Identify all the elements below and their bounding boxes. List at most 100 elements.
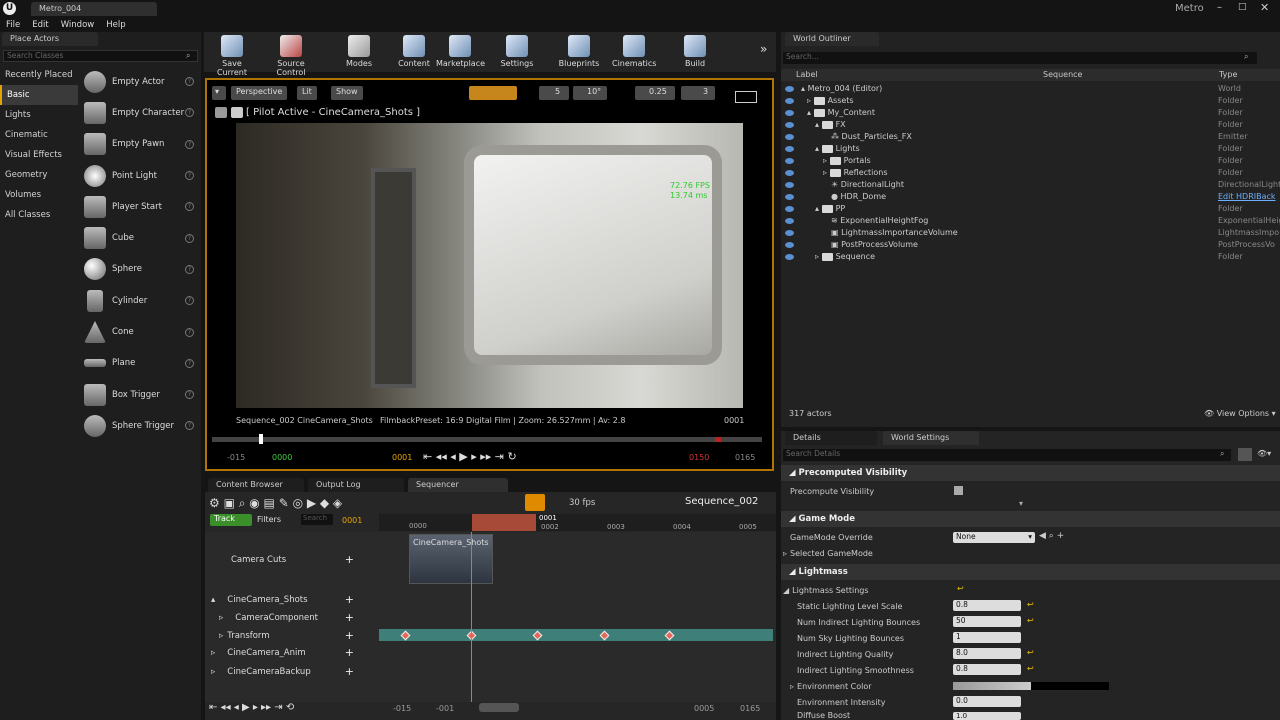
- visibility-eye-icon[interactable]: [785, 218, 794, 224]
- tab-content-browser[interactable]: Content Browser: [208, 478, 304, 492]
- num-indirect-bounces-input[interactable]: 50: [953, 616, 1021, 627]
- maximize-button[interactable]: □: [1238, 2, 1252, 14]
- place-actors-tab[interactable]: Place Actors: [2, 32, 98, 46]
- add-track-button[interactable]: Track: [210, 514, 252, 526]
- actor-item[interactable]: Cone?: [0, 316, 201, 347]
- lit-button[interactable]: Lit: [297, 86, 317, 100]
- reset-icon[interactable]: ↩: [1027, 600, 1034, 609]
- add-icon[interactable]: +: [345, 553, 354, 566]
- rotation-snap-value[interactable]: 10°: [573, 86, 607, 100]
- outliner-row[interactable]: ● HDR_Dome Edit HDRIBack: [781, 192, 1280, 204]
- visibility-eye-icon[interactable]: [785, 98, 794, 104]
- save-current-button[interactable]: Save Current: [208, 34, 256, 77]
- level-tab[interactable]: Metro_004: [31, 2, 157, 16]
- actor-item[interactable]: Cylinder?: [0, 285, 201, 316]
- actor-item[interactable]: Empty Pawn?: [0, 129, 201, 160]
- environment-color-swatch[interactable]: [953, 682, 1109, 690]
- section-precomputed-visibility[interactable]: ◢ Precomputed Visibility: [781, 465, 1280, 481]
- scale-snap-value[interactable]: 0.25: [635, 86, 675, 100]
- frame-rate-dropdown[interactable]: 30 fps: [569, 498, 595, 508]
- perspective-button[interactable]: Perspective: [231, 86, 288, 100]
- marketplace-button[interactable]: Marketplace: [436, 34, 485, 68]
- visibility-eye-icon[interactable]: [785, 206, 794, 212]
- actor-item[interactable]: Cube?: [0, 222, 201, 253]
- actor-item[interactable]: Plane?: [0, 348, 201, 379]
- tab-output-log[interactable]: Output Log: [308, 478, 404, 492]
- edit-blueprint-link[interactable]: Edit HDRIBack: [1218, 192, 1276, 201]
- grid-snap-value[interactable]: 5: [539, 86, 569, 100]
- show-button[interactable]: Show: [331, 86, 363, 100]
- track-cinecamera-shots[interactable]: ▴ CineCamera_Shots +: [205, 591, 378, 608]
- modes-button[interactable]: Modes: [342, 34, 376, 68]
- help-icon[interactable]: ?: [185, 108, 194, 118]
- sequencer-toolbar-tools[interactable]: ⚙ ▣ ⌕ ◉ ▤ ✎ ◎ ▶ ◆ ◈: [209, 496, 342, 511]
- cinematics-button[interactable]: Cinematics: [612, 34, 656, 68]
- sequencer-transport[interactable]: ⇤ ◂◂ ◂ ▶ ▸ ▸▸ ⇥ ⟲: [209, 702, 294, 713]
- static-lighting-level-scale-input[interactable]: 0.8: [953, 600, 1021, 611]
- filters-button[interactable]: Filters: [257, 515, 281, 524]
- reset-icon[interactable]: ↩: [1027, 664, 1034, 673]
- tab-details[interactable]: Details: [785, 431, 877, 445]
- reset-icon[interactable]: ↩: [1027, 648, 1034, 657]
- help-icon[interactable]: ?: [185, 171, 194, 181]
- advanced-expand-icon[interactable]: ▾: [1019, 499, 1023, 508]
- snap-magnet-button[interactable]: [525, 494, 545, 511]
- shot-clip[interactable]: CineCamera_Shots: [409, 534, 493, 584]
- reset-icon[interactable]: ↩: [1027, 616, 1034, 625]
- toolbar-overflow-icon[interactable]: »: [760, 42, 767, 56]
- indirect-lighting-quality-input[interactable]: 8.0: [953, 648, 1021, 659]
- outliner-row[interactable]: ▣ PostProcessVolume PostProcessVo: [781, 240, 1280, 252]
- outliner-row[interactable]: ▴ FX Folder: [781, 120, 1280, 132]
- visibility-eye-icon[interactable]: [785, 122, 794, 128]
- visibility-eye-icon[interactable]: [785, 254, 794, 260]
- actor-item[interactable]: Box Trigger?: [0, 379, 201, 410]
- search-classes-input[interactable]: Search Classes: [3, 50, 198, 62]
- transform-tools[interactable]: [469, 86, 517, 100]
- help-icon[interactable]: ?: [185, 139, 194, 149]
- actor-item[interactable]: Sphere Trigger?: [0, 410, 201, 441]
- outliner-row[interactable]: ▣ LightmassImportanceVolume LightmassImpo: [781, 228, 1280, 240]
- track-cinecamera-backup[interactable]: ▹ CineCameraBackup +: [205, 663, 378, 680]
- visibility-eye-icon[interactable]: [785, 134, 794, 140]
- visibility-eye-icon[interactable]: [785, 110, 794, 116]
- help-icon[interactable]: ?: [185, 233, 194, 243]
- actor-item[interactable]: Point Light?: [0, 160, 201, 191]
- outliner-row[interactable]: ▴ Lights Folder: [781, 144, 1280, 156]
- view-options-button[interactable]: 👁 View Options ▾: [1204, 409, 1276, 418]
- prop-selected-gamemode[interactable]: ▹ Selected GameMode: [781, 545, 1280, 561]
- add-icon[interactable]: +: [345, 611, 354, 624]
- environment-intensity-input[interactable]: 0.0: [953, 696, 1021, 707]
- help-icon[interactable]: ?: [185, 327, 194, 337]
- outliner-row[interactable]: ▹ Reflections Folder: [781, 168, 1280, 180]
- add-icon[interactable]: +: [345, 593, 354, 606]
- visibility-eye-icon[interactable]: [785, 170, 794, 176]
- blueprints-button[interactable]: Blueprints: [558, 34, 600, 68]
- transform-keys-bar[interactable]: [379, 629, 773, 641]
- scrubber-handle[interactable]: [259, 434, 263, 444]
- diffuse-boost-input[interactable]: 1.0: [953, 712, 1021, 720]
- visibility-eye-icon[interactable]: [785, 230, 794, 236]
- menu-file[interactable]: File: [6, 20, 20, 30]
- actor-item[interactable]: Empty Actor?: [0, 66, 201, 97]
- help-icon[interactable]: ?: [185, 264, 194, 274]
- outliner-row[interactable]: ▴ My_Content Folder: [781, 108, 1280, 120]
- visibility-eye-icon[interactable]: [785, 242, 794, 248]
- visibility-eye-icon[interactable]: [785, 158, 794, 164]
- track-search-input[interactable]: Search: [301, 514, 333, 525]
- outliner-row[interactable]: ☀ DirectionalLight DirectionalLight: [781, 180, 1280, 192]
- tab-sequencer[interactable]: Sequencer: [408, 478, 508, 492]
- num-sky-bounces-input[interactable]: 1: [953, 632, 1021, 643]
- precompute-visibility-checkbox[interactable]: [954, 486, 963, 495]
- indirect-lighting-smoothness-input[interactable]: 0.8: [953, 664, 1021, 675]
- visibility-eye-icon[interactable]: [785, 146, 794, 152]
- visibility-eye-icon[interactable]: [785, 182, 794, 188]
- settings-button[interactable]: Settings: [500, 34, 534, 68]
- outliner-row[interactable]: ≋ ExponentialHeightFog ExponentialHeig: [781, 216, 1280, 228]
- close-button[interactable]: ✕: [1260, 1, 1274, 14]
- add-icon[interactable]: +: [345, 629, 354, 642]
- outliner-row[interactable]: ▹ Sequence Folder: [781, 252, 1280, 264]
- help-icon[interactable]: ?: [185, 358, 194, 368]
- grid-view-icon[interactable]: [1238, 448, 1252, 461]
- track-camera-component[interactable]: ▹ CameraComponent +: [205, 609, 378, 626]
- camera-speed-value[interactable]: 3: [681, 86, 715, 100]
